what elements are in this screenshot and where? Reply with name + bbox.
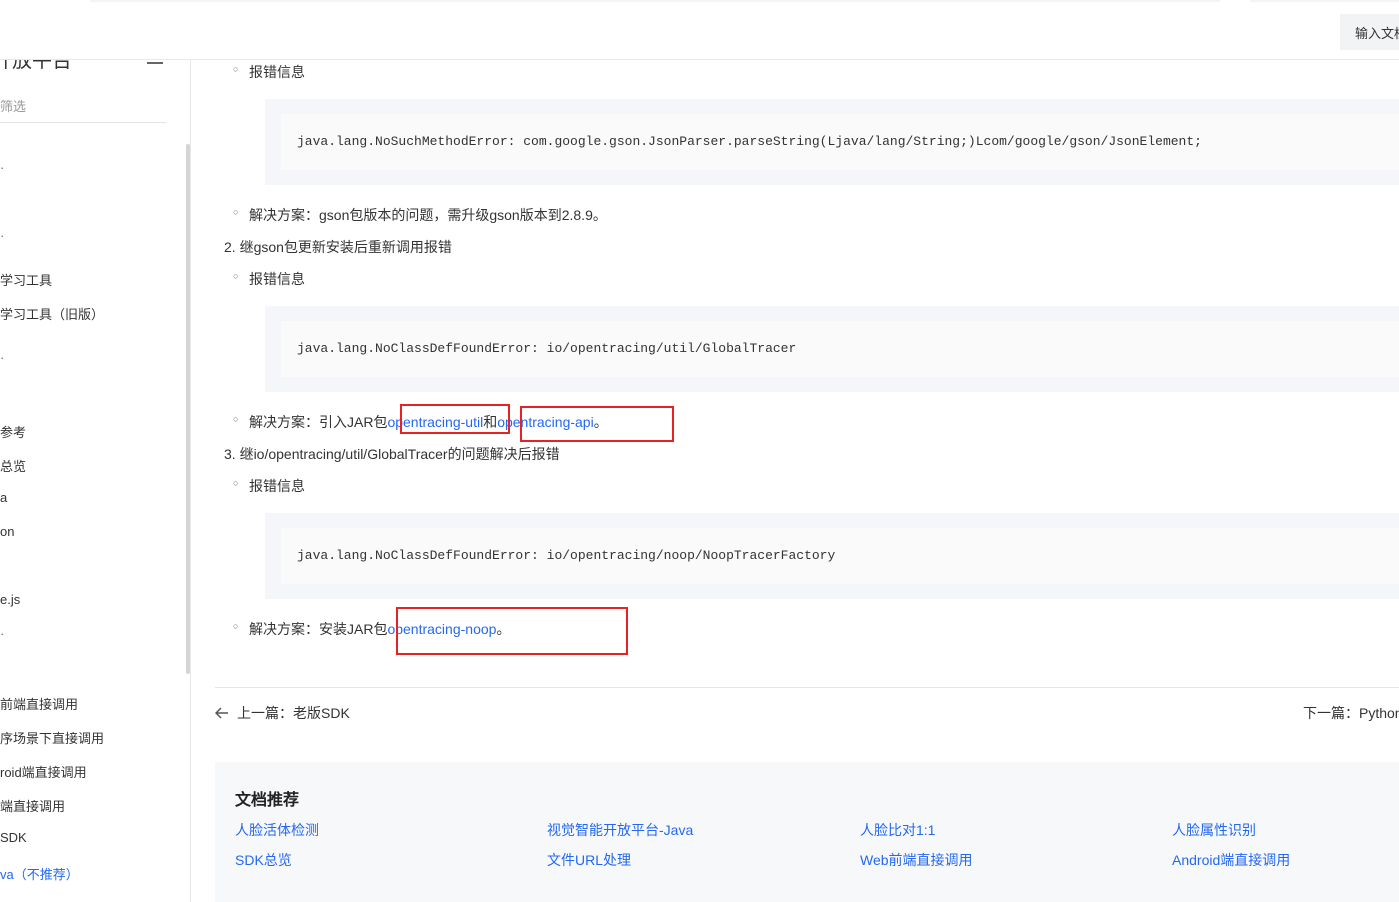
annotation-red-box (396, 607, 628, 655)
code-text: java.lang.NoSuchMethodError: com.google.… (297, 134, 1202, 149)
arrow-left-icon (214, 707, 228, 719)
code-text: java.lang.NoClassDefFoundError: io/opent… (297, 548, 836, 563)
main-content: 报错信息 java.lang.NoSuchMethodError: com.go… (191, 60, 1399, 902)
doc-recommend-panel: 文档推荐 人脸活体检测 视觉智能开放平台-Java 人脸比对1:1 人脸属性识别… (215, 762, 1399, 902)
recommend-link[interactable]: 文件URL处理 (547, 850, 631, 870)
sidebar-title: 开放平台 (0, 60, 72, 72)
recommend-link[interactable]: 人脸属性识别 (1172, 820, 1256, 840)
code-text: java.lang.NoClassDefFoundError: io/opent… (297, 341, 797, 356)
sidebar-item[interactable]: e.js (0, 592, 20, 607)
sidebar-item-truncated[interactable]: · (0, 160, 4, 175)
sidebar-item[interactable]: 总览 (0, 456, 26, 475)
content-divider (215, 687, 1399, 688)
error-info-label: 报错信息 (233, 476, 305, 496)
solution-prefix: 解决方案：引入JAR包 (249, 414, 388, 430)
sidebar-item[interactable]: 前端直接调用 (0, 694, 78, 713)
sidebar-item[interactable]: on (0, 524, 14, 539)
sidebar-item[interactable]: 序场景下直接调用 (0, 728, 104, 747)
next-page-link[interactable]: 下一篇：Python (1303, 703, 1399, 723)
recommend-link[interactable]: 人脸活体检测 (235, 820, 319, 840)
list-item-heading: 3. 继io/opentracing/util/GlobalTracer的问题解… (224, 446, 560, 462)
list-item-heading: 2. 继gson包更新安装后重新调用报错 (224, 239, 452, 255)
topbar-shade (90, 0, 1220, 2)
search-input[interactable]: 输入文档 (1340, 14, 1399, 50)
sidebar-item[interactable]: 端直接调用 (0, 796, 65, 815)
recommend-link[interactable]: 视觉智能开放平台-Java (547, 820, 693, 840)
solution-prefix: 解决方案：安装JAR包 (249, 621, 388, 637)
recommend-link[interactable]: Web前端直接调用 (860, 850, 973, 870)
sidebar-scrollbar[interactable] (186, 144, 190, 674)
sidebar-item[interactable]: SDK (0, 830, 27, 845)
error-info-label: 报错信息 (233, 269, 305, 289)
sidebar-item-active[interactable]: va（不推荐） (0, 864, 79, 883)
sidebar: 开放平台 筛选 · · 学习工具 学习工具（旧版） · 参考 总览 a on e… (0, 60, 191, 902)
sidebar-item[interactable]: 参考 (0, 422, 26, 441)
sidebar-item[interactable]: a (0, 490, 7, 505)
next-page-label: 下一篇：Python (1303, 705, 1399, 721)
recommend-link[interactable]: 人脸比对1:1 (860, 820, 935, 840)
prev-page-link[interactable]: 上一篇：老版SDK (214, 703, 350, 723)
code-block: java.lang.NoClassDefFoundError: io/opent… (265, 306, 1399, 392)
code-block: java.lang.NoClassDefFoundError: io/opent… (265, 513, 1399, 599)
topbar-shade-right (1250, 0, 1399, 2)
sidebar-item[interactable]: 学习工具 (0, 270, 52, 289)
sidebar-item-truncated[interactable]: · (0, 350, 4, 365)
collapse-icon[interactable] (147, 62, 163, 64)
sidebar-item-truncated[interactable]: · (0, 626, 4, 641)
code-block: java.lang.NoSuchMethodError: com.google.… (265, 99, 1399, 185)
sidebar-item-truncated[interactable]: · (0, 228, 4, 243)
sidebar-item[interactable]: 学习工具（旧版） (0, 304, 104, 323)
recommend-title: 文档推荐 (235, 792, 300, 809)
recommend-link[interactable]: Android端直接调用 (1172, 850, 1290, 870)
sidebar-divider (0, 122, 166, 123)
sidebar-item[interactable]: roid端直接调用 (0, 762, 87, 781)
annotation-red-box (520, 406, 674, 442)
error-info-label: 报错信息 (233, 62, 305, 82)
solution-text: 解决方案：gson包版本的问题，需升级gson版本到2.8.9。 (233, 205, 607, 225)
top-bar: 输入文档 (0, 0, 1399, 60)
recommend-link[interactable]: SDK总览 (235, 850, 292, 870)
annotation-red-box (400, 404, 510, 434)
sidebar-filter-input[interactable]: 筛选 (0, 96, 26, 115)
prev-page-label: 上一篇：老版SDK (237, 705, 350, 721)
